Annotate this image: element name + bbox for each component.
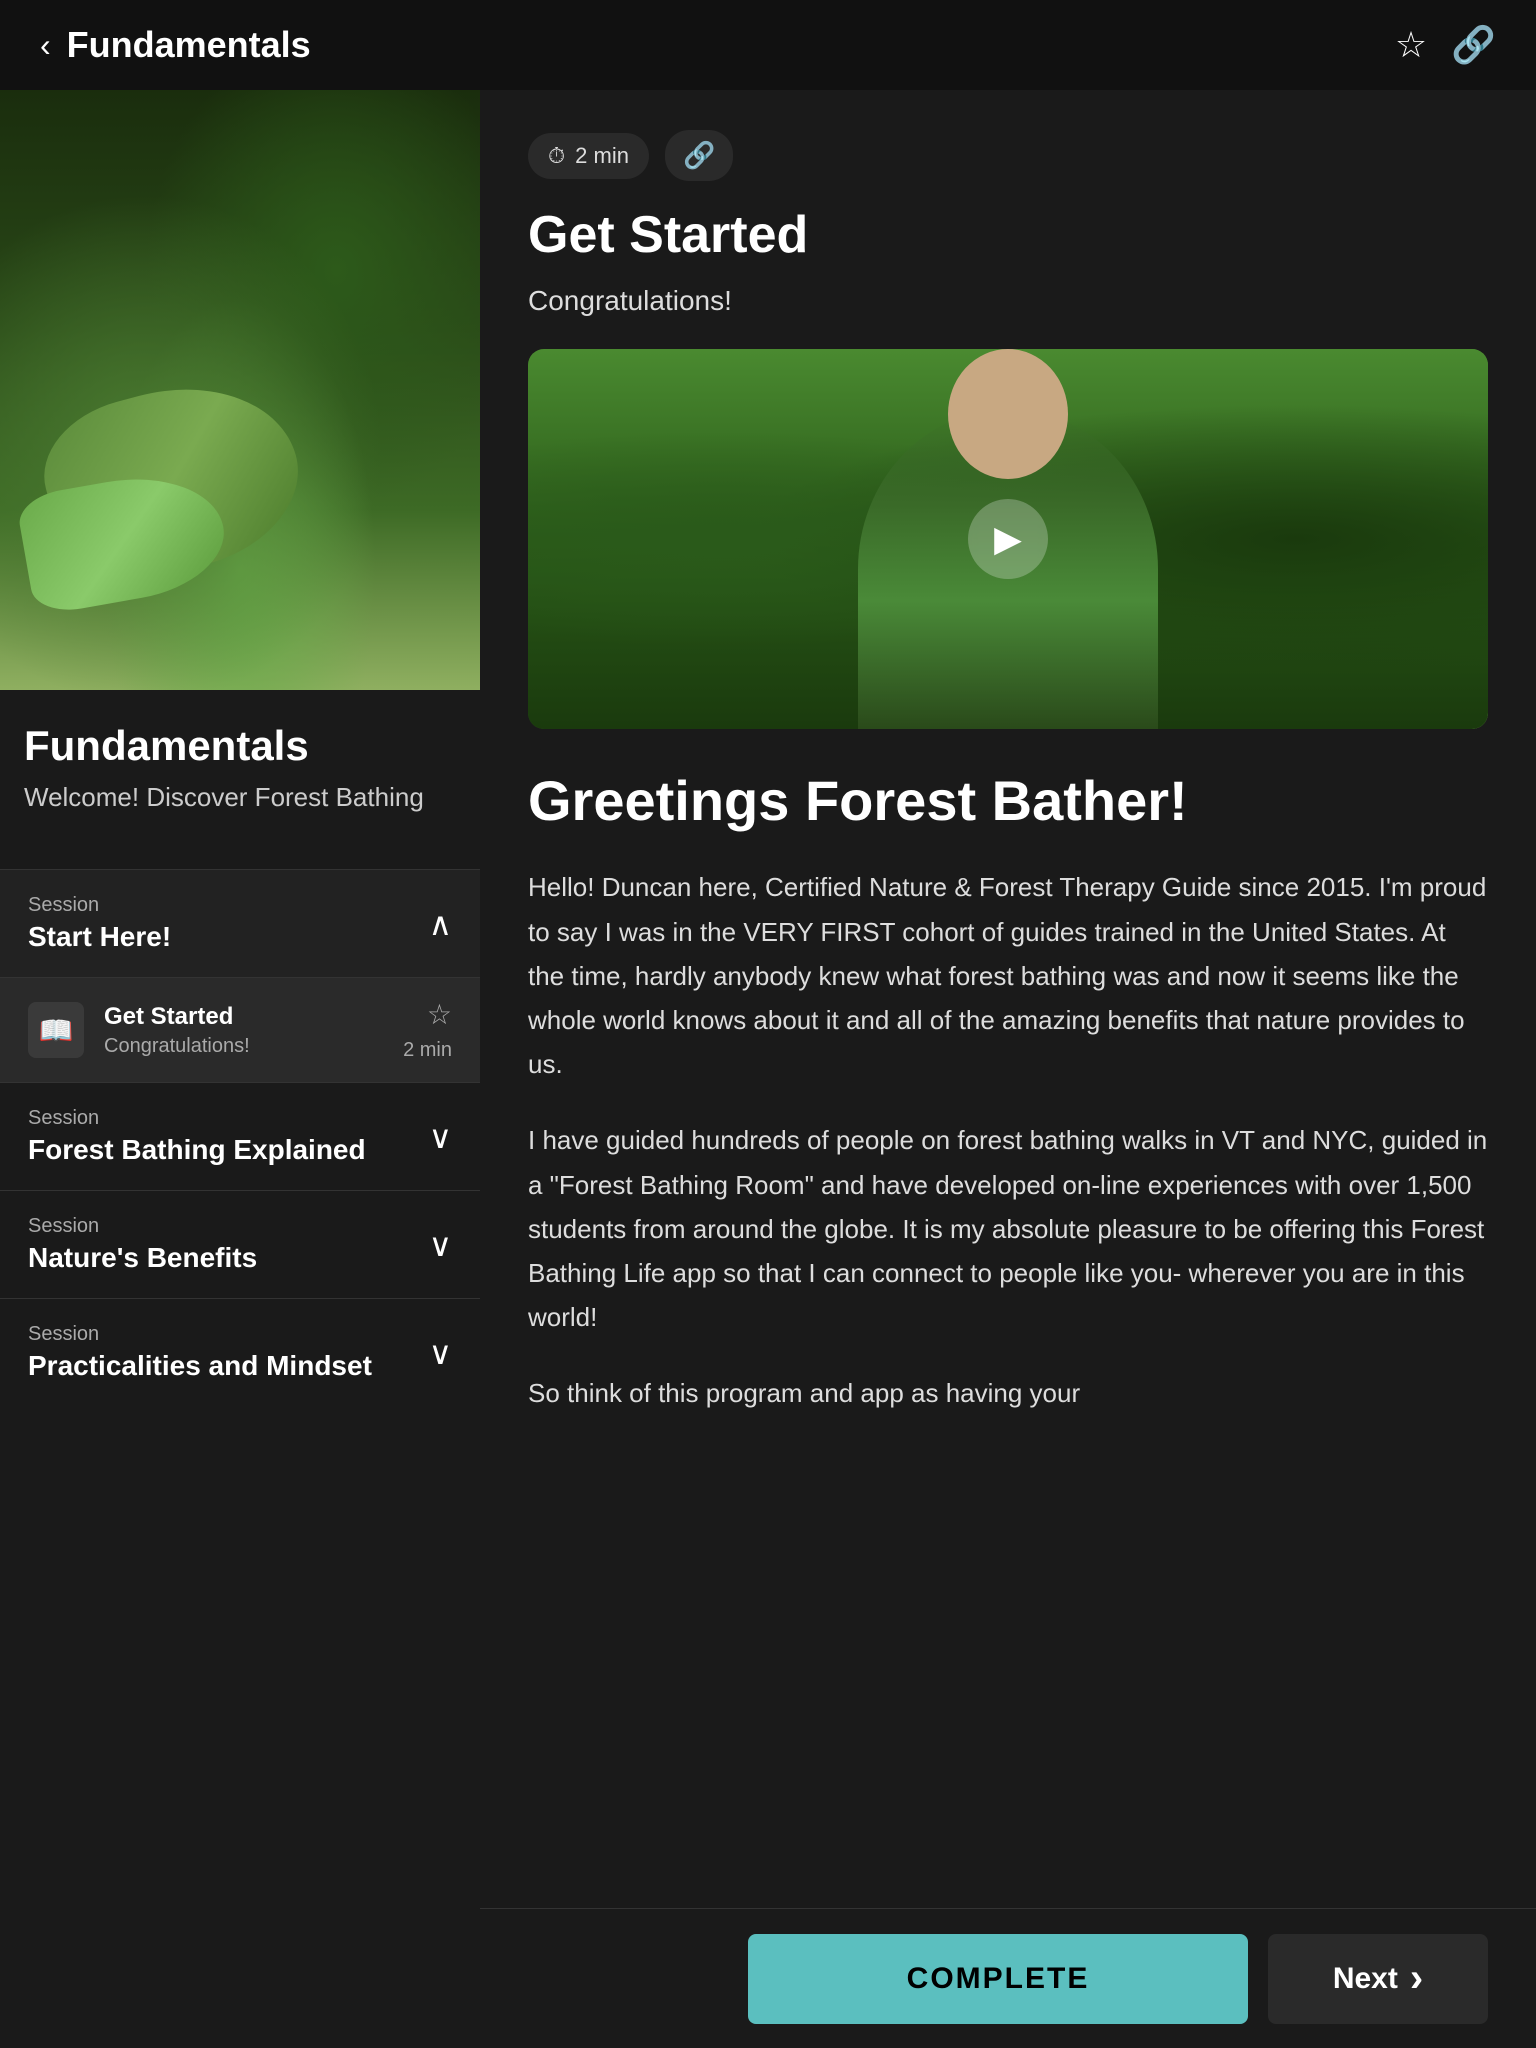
header-title: Fundamentals xyxy=(67,24,311,66)
complete-button[interactable]: COMPLETE xyxy=(748,1934,1248,2024)
session-label-1: Session xyxy=(28,894,171,917)
video-thumbnail[interactable] xyxy=(528,349,1488,729)
session-start-here-header[interactable]: Session Start Here! xyxy=(0,870,480,977)
lesson-meta: 2 min xyxy=(403,998,452,1062)
video-play-button[interactable] xyxy=(968,499,1048,579)
session-natures-benefits: Session Nature's Benefits xyxy=(0,1190,480,1298)
chevron-down-icon-2 xyxy=(429,1118,452,1156)
left-panel: Fundamentals Welcome! Discover Forest Ba… xyxy=(0,90,480,2048)
session-name-4: Practicalities and Mindset xyxy=(28,1350,372,1382)
next-label: Next xyxy=(1333,1962,1398,1996)
session-label-3: Session xyxy=(28,1215,257,1238)
session-label-2: Session xyxy=(28,1107,366,1130)
share-icon[interactable]: 🔗 xyxy=(1451,24,1496,66)
meta-bar: 2 min xyxy=(528,130,1488,181)
session-label-4: Session xyxy=(28,1323,372,1346)
session-practicalities: Session Practicalities and Mindset xyxy=(0,1298,480,1406)
lesson-icon-book: 📖 xyxy=(28,1002,84,1058)
link-icon xyxy=(683,140,715,170)
sessions-list: Session Start Here! 📖 Get Started Congra… xyxy=(0,869,480,2048)
chevron-down-icon-4 xyxy=(429,1334,452,1372)
bookmark-icon[interactable]: ☆ xyxy=(1395,24,1427,66)
lesson-title: Get Started xyxy=(104,1003,383,1031)
action-bar: COMPLETE Next xyxy=(480,1908,1536,2048)
session-practicalities-header[interactable]: Session Practicalities and Mindset xyxy=(0,1299,480,1406)
lesson-main-title: Get Started xyxy=(528,205,1488,265)
chevron-down-icon-3 xyxy=(429,1226,452,1264)
header: ‹ Fundamentals ☆ 🔗 xyxy=(0,0,1536,90)
lesson-subtitle: Congratulations! xyxy=(104,1035,383,1058)
body-paragraph-2: I have guided hundreds of people on fore… xyxy=(528,1118,1488,1339)
back-button[interactable]: ‹ xyxy=(40,27,51,64)
main-content: Fundamentals Welcome! Discover Forest Ba… xyxy=(0,90,1536,2048)
duration-text: 2 min xyxy=(575,143,629,169)
course-info: Fundamentals Welcome! Discover Forest Ba… xyxy=(0,690,480,869)
lesson-get-started[interactable]: 📖 Get Started Congratulations! 2 min xyxy=(0,977,480,1082)
link-badge[interactable] xyxy=(665,130,733,181)
lesson-bookmark-icon[interactable] xyxy=(427,998,452,1031)
session-natures-benefits-header[interactable]: Session Nature's Benefits xyxy=(0,1191,480,1298)
session-name-3: Nature's Benefits xyxy=(28,1242,257,1274)
duration-badge: 2 min xyxy=(528,133,649,179)
next-button[interactable]: Next xyxy=(1268,1934,1488,2024)
body-paragraph-3: So think of this program and app as havi… xyxy=(528,1371,1488,1415)
header-right: ☆ 🔗 xyxy=(1395,24,1496,66)
chevron-up-icon-1 xyxy=(429,905,452,943)
congratulations-text: Congratulations! xyxy=(528,285,1488,317)
session-start-here: Session Start Here! 📖 Get Started Congra… xyxy=(0,869,480,1082)
session-forest-bathing-header[interactable]: Session Forest Bathing Explained xyxy=(0,1083,480,1190)
lesson-info: Get Started Congratulations! xyxy=(104,1003,383,1058)
clock-icon xyxy=(548,143,565,169)
session-forest-bathing: Session Forest Bathing Explained xyxy=(0,1082,480,1190)
greeting-title: Greetings Forest Bather! xyxy=(528,769,1488,833)
session-name-1: Start Here! xyxy=(28,921,171,953)
session-name-2: Forest Bathing Explained xyxy=(28,1134,366,1166)
play-icon xyxy=(994,518,1022,560)
right-panel: 2 min Get Started Congratulations! Greet… xyxy=(480,90,1536,2048)
course-title: Fundamentals xyxy=(24,722,456,770)
course-subtitle: Welcome! Discover Forest Bathing xyxy=(24,782,456,813)
lesson-duration: 2 min xyxy=(403,1039,452,1062)
header-left: ‹ Fundamentals xyxy=(40,24,311,66)
body-paragraph-1: Hello! Duncan here, Certified Nature & F… xyxy=(528,865,1488,1086)
next-arrow-icon xyxy=(1410,1956,1423,2001)
course-image xyxy=(0,90,480,690)
